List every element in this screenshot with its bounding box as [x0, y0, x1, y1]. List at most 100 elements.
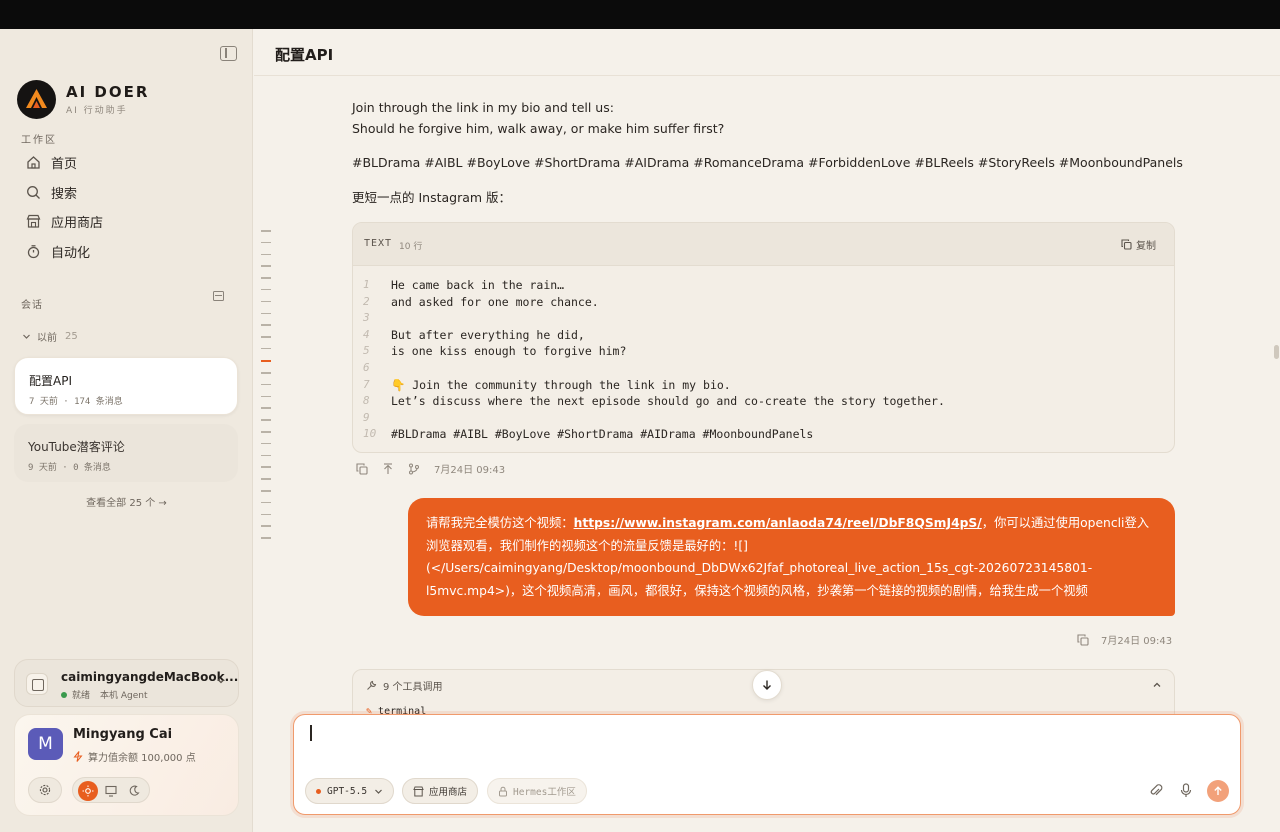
timeline-tick[interactable] [261, 372, 271, 374]
code-row: 9 [363, 410, 1174, 427]
gear-icon [39, 784, 51, 796]
nav-item-search[interactable]: 搜索 [14, 178, 239, 208]
timeline-tick[interactable] [261, 265, 271, 267]
conversation-item[interactable]: 配置API 7 天前 · 174 条消息 [14, 357, 238, 415]
theme-switcher [72, 777, 150, 803]
timeline-tick[interactable] [261, 241, 271, 244]
page-title: 配置API [275, 46, 334, 64]
timeline-tick[interactable] [261, 277, 271, 279]
timeline-tick[interactable] [261, 347, 271, 350]
store-label: 应用商店 [429, 787, 468, 798]
device-status: 就绪 本机 Agent [61, 688, 148, 701]
timeline-tick[interactable] [261, 454, 271, 457]
timeline-tick[interactable] [261, 395, 271, 398]
timeline-tick[interactable] [261, 537, 271, 539]
nav-item-store[interactable]: 应用商店 [14, 207, 239, 237]
app-store-button[interactable]: 应用商店 [402, 778, 479, 804]
main-header: 配置API [254, 29, 1280, 76]
assistant-paragraph: Join through the link in my bio and tell… [352, 97, 724, 139]
timeline-tick[interactable] [261, 312, 271, 315]
workspace-label: 工作区 [21, 135, 57, 146]
scroll-to-bottom-button[interactable] [752, 670, 782, 700]
code-row: 2 and asked for one more chance. [363, 294, 1174, 311]
paperclip-icon[interactable] [1149, 783, 1163, 798]
code-line: But after everything he did, [391, 327, 585, 342]
line-number: 10 [363, 427, 377, 441]
nav-item-automation[interactable]: 自动化 [14, 237, 239, 267]
timeline-tick[interactable] [261, 324, 271, 326]
timeline-tick[interactable] [261, 230, 271, 232]
timeline-tick-current[interactable] [261, 359, 271, 362]
user-message-prefix: 请帮我完全模仿这个视频： [426, 516, 574, 530]
code-line: #BLDrama #AIBL #BoyLove #ShortDrama #AID… [391, 427, 814, 442]
branch-icon[interactable] [408, 463, 420, 475]
avatar[interactable]: M [28, 728, 63, 760]
line-number: 6 [363, 360, 370, 374]
send-button[interactable] [1207, 780, 1229, 802]
arrow-up-icon[interactable] [382, 462, 394, 475]
timeline-tick[interactable] [261, 442, 271, 445]
timeline-tick[interactable] [261, 513, 271, 516]
code-body: 1 He came back in the rain… 2 and asked fo… [353, 266, 1174, 443]
short-version-intro: 更短一点的 Instagram 版： [352, 190, 512, 205]
chip-icon [26, 673, 48, 695]
sidebar-collapse-icon[interactable] [220, 46, 237, 61]
main-nav: 首页 搜索 应用商店 自动化 [14, 148, 239, 266]
timeline-tick[interactable] [261, 407, 271, 409]
theme-system-button[interactable] [101, 781, 121, 801]
paragraph-line: Join through the link in my bio and tell… [352, 100, 614, 115]
assistant-message-actions: 7月24日 09:43 [356, 461, 505, 476]
theme-light-button[interactable] [78, 781, 98, 801]
microphone-icon[interactable] [1180, 783, 1192, 798]
view-all-link[interactable]: 查看全部 25 个 → [0, 494, 253, 509]
copy-icon[interactable] [356, 462, 368, 475]
timeline-tick[interactable] [261, 501, 271, 504]
code-line-count: 10 行 [399, 242, 423, 252]
timeline-tick[interactable] [261, 336, 271, 338]
message-input[interactable] [308, 725, 1208, 755]
model-selector[interactable]: GPT-5.5 [305, 778, 395, 804]
nav-label: 自动化 [51, 245, 91, 261]
hermes-label: Hermes工作区 [513, 787, 576, 798]
timeline-tick[interactable] [261, 300, 271, 303]
hashtags-line: #BLDrama #AIBL #BoyLove #ShortDrama #AID… [352, 155, 1183, 170]
hermes-workspace-button[interactable]: Hermes工作区 [487, 778, 587, 804]
nav-label: 搜索 [51, 186, 78, 202]
settings-button[interactable] [28, 777, 62, 803]
model-dot [316, 788, 321, 794]
arrow-down-icon [763, 680, 771, 690]
code-block-header: TEXT 10 行 复制 [353, 223, 1174, 266]
chevron-down-icon [23, 334, 30, 339]
conversation-title: 配置API [29, 374, 72, 388]
timeline-tick[interactable] [261, 490, 271, 492]
device-selector[interactable]: caimingyangdeMacBook... 就绪 本机 Agent [14, 659, 239, 707]
code-language: TEXT [364, 238, 393, 249]
session-list-icon[interactable] [213, 291, 224, 301]
theme-dark-button[interactable] [124, 781, 144, 801]
timeline-tick[interactable] [261, 383, 271, 386]
sidebar: AI DOER AI 行动助手 工作区 首页 搜索 应用商店 自动化 会话 以前… [0, 29, 253, 832]
tool-calls-header[interactable]: 9 个工具调用 [366, 678, 443, 693]
nav-item-home[interactable]: 首页 [14, 148, 239, 178]
timeline-tick[interactable] [261, 288, 271, 291]
timeline-tick[interactable] [261, 253, 271, 256]
scrollbar-thumb[interactable] [1274, 345, 1279, 359]
copy-icon[interactable] [1077, 633, 1089, 646]
timeline-tick[interactable] [261, 419, 271, 421]
search-icon [27, 185, 40, 199]
message-timeline[interactable] [261, 230, 271, 549]
lock-icon [499, 786, 507, 796]
timeline-tick[interactable] [261, 525, 271, 527]
earlier-group-toggle[interactable]: 以前 25 [22, 329, 78, 344]
user-message-link[interactable]: https://www.instagram.com/anlaoda74/reel… [574, 516, 982, 530]
chevron-up-icon[interactable] [1152, 680, 1162, 690]
monitor-icon [105, 785, 117, 797]
line-number: 9 [363, 410, 370, 424]
code-row: 4 But after everything he did, [363, 327, 1174, 344]
tool-calls-label: 9 个工具调用 [383, 682, 443, 693]
timeline-tick[interactable] [261, 466, 271, 468]
timeline-tick[interactable] [261, 431, 271, 433]
copy-code-button[interactable]: 复制 [1121, 237, 1156, 252]
timeline-tick[interactable] [261, 478, 271, 480]
conversation-item[interactable]: YouTube潜客评论 9 天前 · 0 条消息 [14, 424, 238, 482]
